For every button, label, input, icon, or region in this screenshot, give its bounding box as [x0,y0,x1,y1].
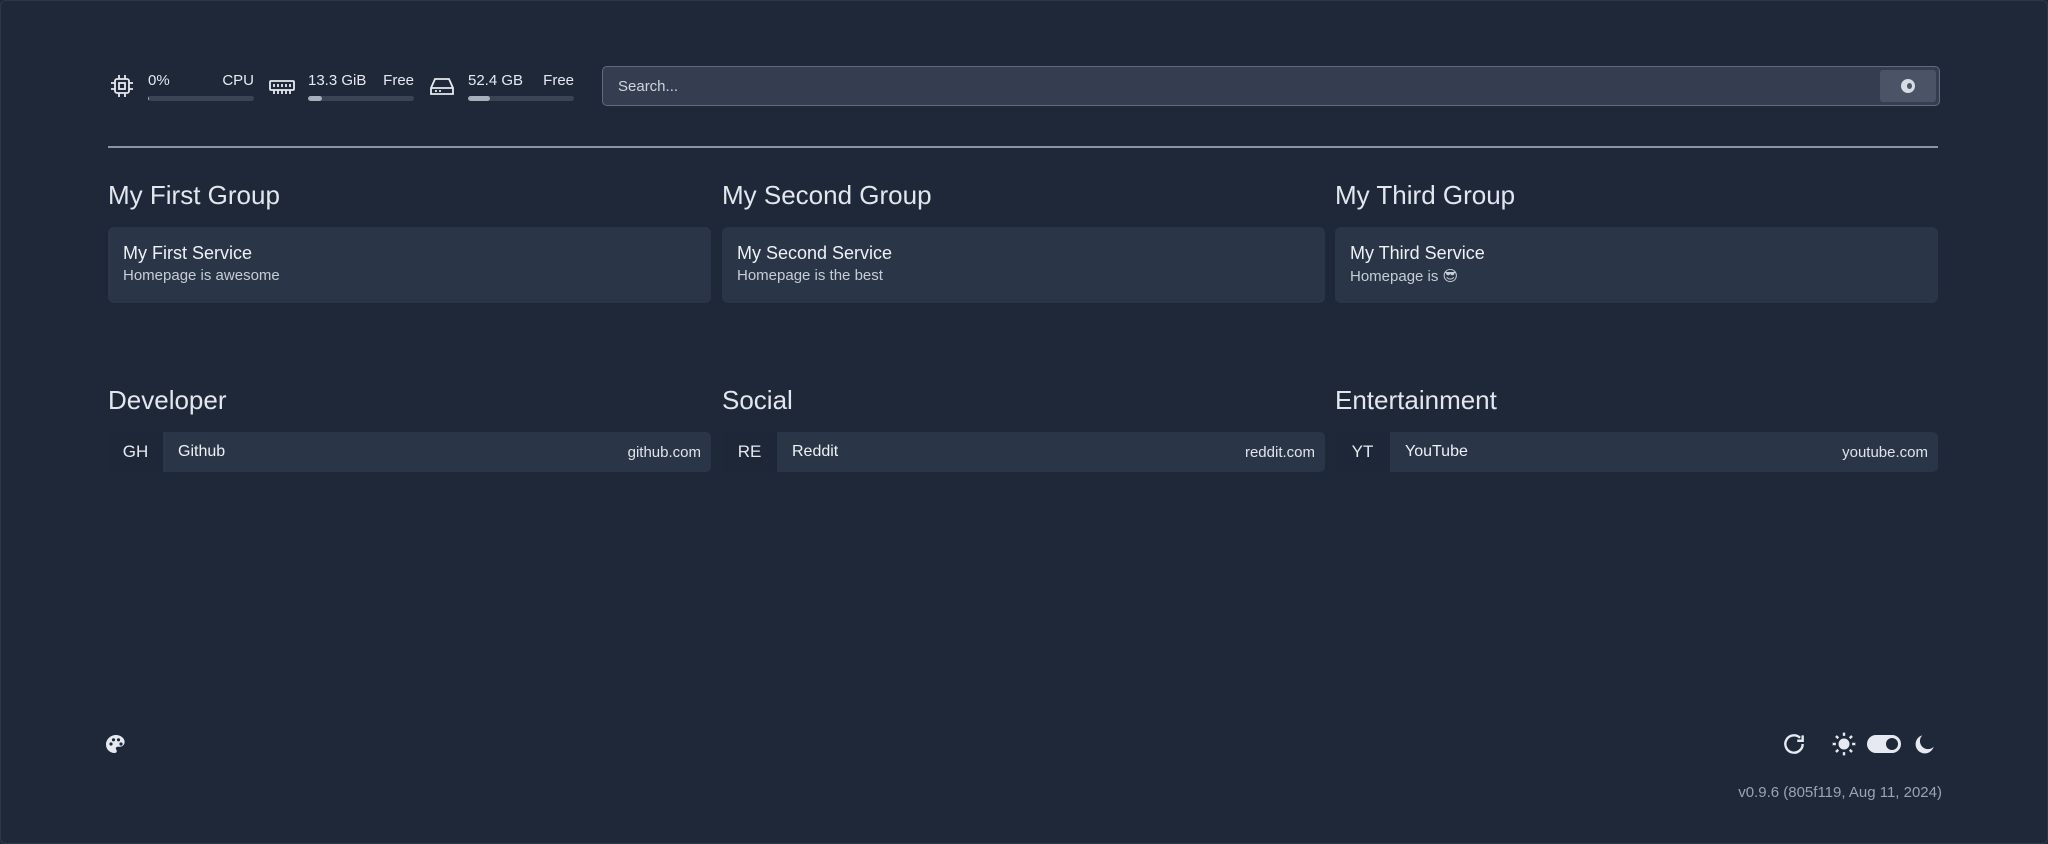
memory-bar-fill [308,96,322,101]
search-bar [602,66,1940,106]
palette-icon[interactable] [104,733,128,757]
service-description: Homepage is awesome [123,267,280,284]
service-description: Homepage is 😎 [1350,268,1459,285]
window-frame [0,0,2048,844]
cpu-bar-fill [148,96,150,101]
search-engine-icon [1901,79,1915,93]
service-name: My First Service [123,243,253,263]
cpu-bar [148,96,254,101]
service-description: Homepage is the best [737,267,883,284]
disk-value: 52.4 GB [468,72,524,89]
theme-toggle[interactable] [1867,735,1901,753]
group-title: My Second Group [722,180,932,210]
cpu-icon [108,72,136,100]
theme-toggle-knob [1886,738,1898,750]
memory-bar [308,96,414,101]
disk-bar [468,96,574,101]
header-divider [108,146,1938,148]
service-name: My Third Service [1350,243,1485,263]
search-input[interactable] [603,76,1880,96]
cpu-meter: 0% CPU [148,71,254,101]
disk-bar-fill [468,96,491,101]
version-text: v0.9.6 (805f119, Aug 11, 2024) [1738,784,1942,801]
service-name: My Second Service [737,243,893,263]
memory-icon [268,72,296,100]
memory-label: Free [383,72,414,89]
bookmark-group-title: Social [722,385,793,415]
bookmark-group-title: Entertainment [1335,385,1497,415]
cpu-label: CPU [222,72,254,89]
bookmark-name: Github [178,443,226,460]
resource-widgets: 0% CPU 13.3 GiB Free 52.4 GB Free [108,66,588,106]
service-card-first[interactable]: My First Service Homepage is awesome [108,227,711,303]
memory-widget: 13.3 GiB Free [268,71,414,101]
memory-meter: 13.3 GiB Free [308,71,414,101]
group-title: My First Group [108,180,280,210]
group-title: My Third Group [1335,180,1516,210]
moon-icon[interactable] [1912,731,1938,757]
bookmark-url: reddit.com [1244,443,1315,461]
disk-widget: 52.4 GB Free [428,71,574,101]
bookmark-abbr: GH [108,432,163,472]
bookmark-name: YouTube [1405,443,1468,460]
cpu-value: 0% [148,72,170,89]
bookmark-youtube[interactable]: YT YouTube youtube.com [1335,432,1938,472]
cpu-widget: 0% CPU [108,71,254,101]
disk-label: Free [543,72,574,89]
bookmark-abbr: RE [722,432,777,472]
bookmark-url: github.com [627,443,701,461]
memory-value: 13.3 GiB [308,72,367,89]
refresh-icon[interactable] [1781,731,1807,757]
bookmark-reddit[interactable]: RE Reddit reddit.com [722,432,1325,472]
bookmark-group-title: Developer [108,385,227,415]
search-engine-button[interactable] [1880,70,1936,102]
bookmark-url: youtube.com [1842,443,1928,461]
disk-meter: 52.4 GB Free [468,71,574,101]
bookmark-name: Reddit [792,443,839,460]
service-card-second[interactable]: My Second Service Homepage is the best [722,227,1325,303]
sun-icon[interactable] [1831,731,1857,757]
bookmark-abbr: YT [1335,432,1390,472]
bookmark-github[interactable]: GH Github github.com [108,432,711,472]
disk-icon [428,72,456,100]
service-card-third[interactable]: My Third Service Homepage is 😎 [1335,227,1938,303]
